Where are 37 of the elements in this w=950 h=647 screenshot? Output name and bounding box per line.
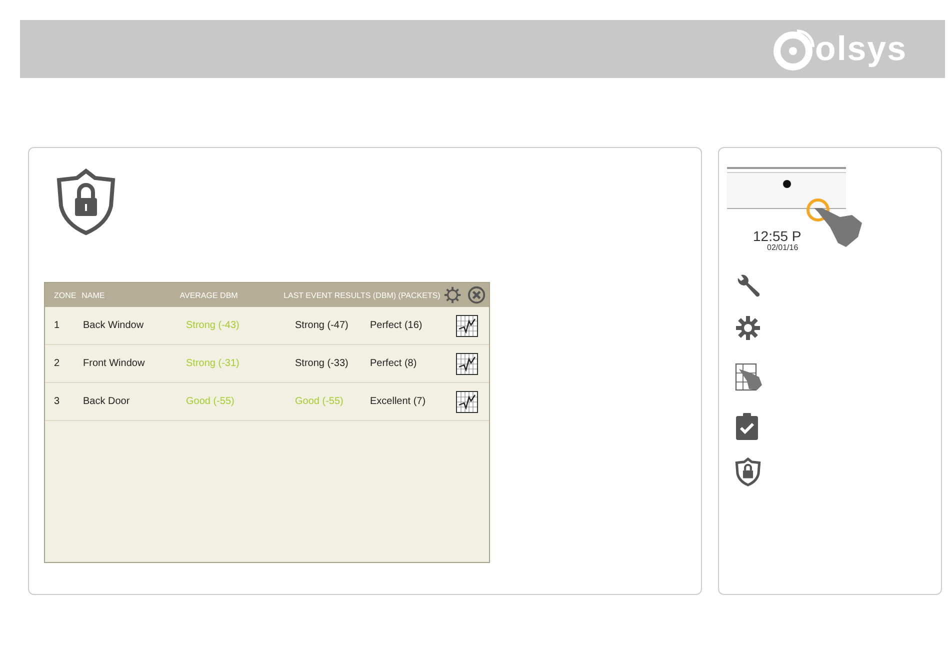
table-cell-text: Perfect (16) [370,320,424,331]
close-icon[interactable] [468,286,485,304]
table-cell-text: Good (-55) [295,396,344,407]
chart-icon[interactable] [456,390,478,412]
settings-icon[interactable] [444,286,461,304]
table-cell-text: Excellent (7) [370,396,427,407]
table-cell-text: Strong (-31) [186,358,240,369]
clock-time: 12:55 P [753,229,802,243]
column-header: LAST EVENT RESULTS (DBM) (PACKETS) [284,290,441,300]
table-cell-text: 3 [53,396,61,407]
table-cell-text: Front Window [83,358,146,369]
table-row[interactable]: 2 Front Window Strong (-31) Strong (-33) Perfect (8) [45,345,489,383]
shield-lock-icon [735,457,761,487]
column-header: ZONE [53,290,78,300]
hand-grid-icon [735,363,763,391]
table-cell-text: Strong (-47) [295,320,350,331]
table-cell-text: Good (-55) [186,396,236,407]
logo-icon [773,27,818,71]
table-cell-text: Strong (-43) [186,320,240,331]
table-cell-text: 1 [53,320,61,331]
settings-icon [735,315,761,341]
chart-icon[interactable] [456,314,478,336]
chart-icon[interactable] [456,352,478,374]
table-cell-text: Strong (-33) [295,358,350,369]
table-cell-text: 2 [53,358,61,369]
table-cell-text: Perfect (8) [370,358,418,369]
column-header: AVERAGE DBM [180,290,239,300]
clipboard-check-icon [735,413,759,441]
table-row[interactable]: 1 Back Window Strong (-43) Strong (-47) Perfect (16) [45,307,489,345]
table-row[interactable]: 3 Back Door Good (-55) Good (-55) Excellent (7) [45,383,489,421]
table-cell-text: Back Door [83,396,131,407]
table-cell-text: Back Window [83,320,145,331]
dot-icon [782,180,790,188]
wrench-icon [735,273,761,299]
shield-lock-icon [55,168,117,236]
column-header: NAME [82,290,106,300]
clock-date: 02/01/16 [767,243,798,252]
